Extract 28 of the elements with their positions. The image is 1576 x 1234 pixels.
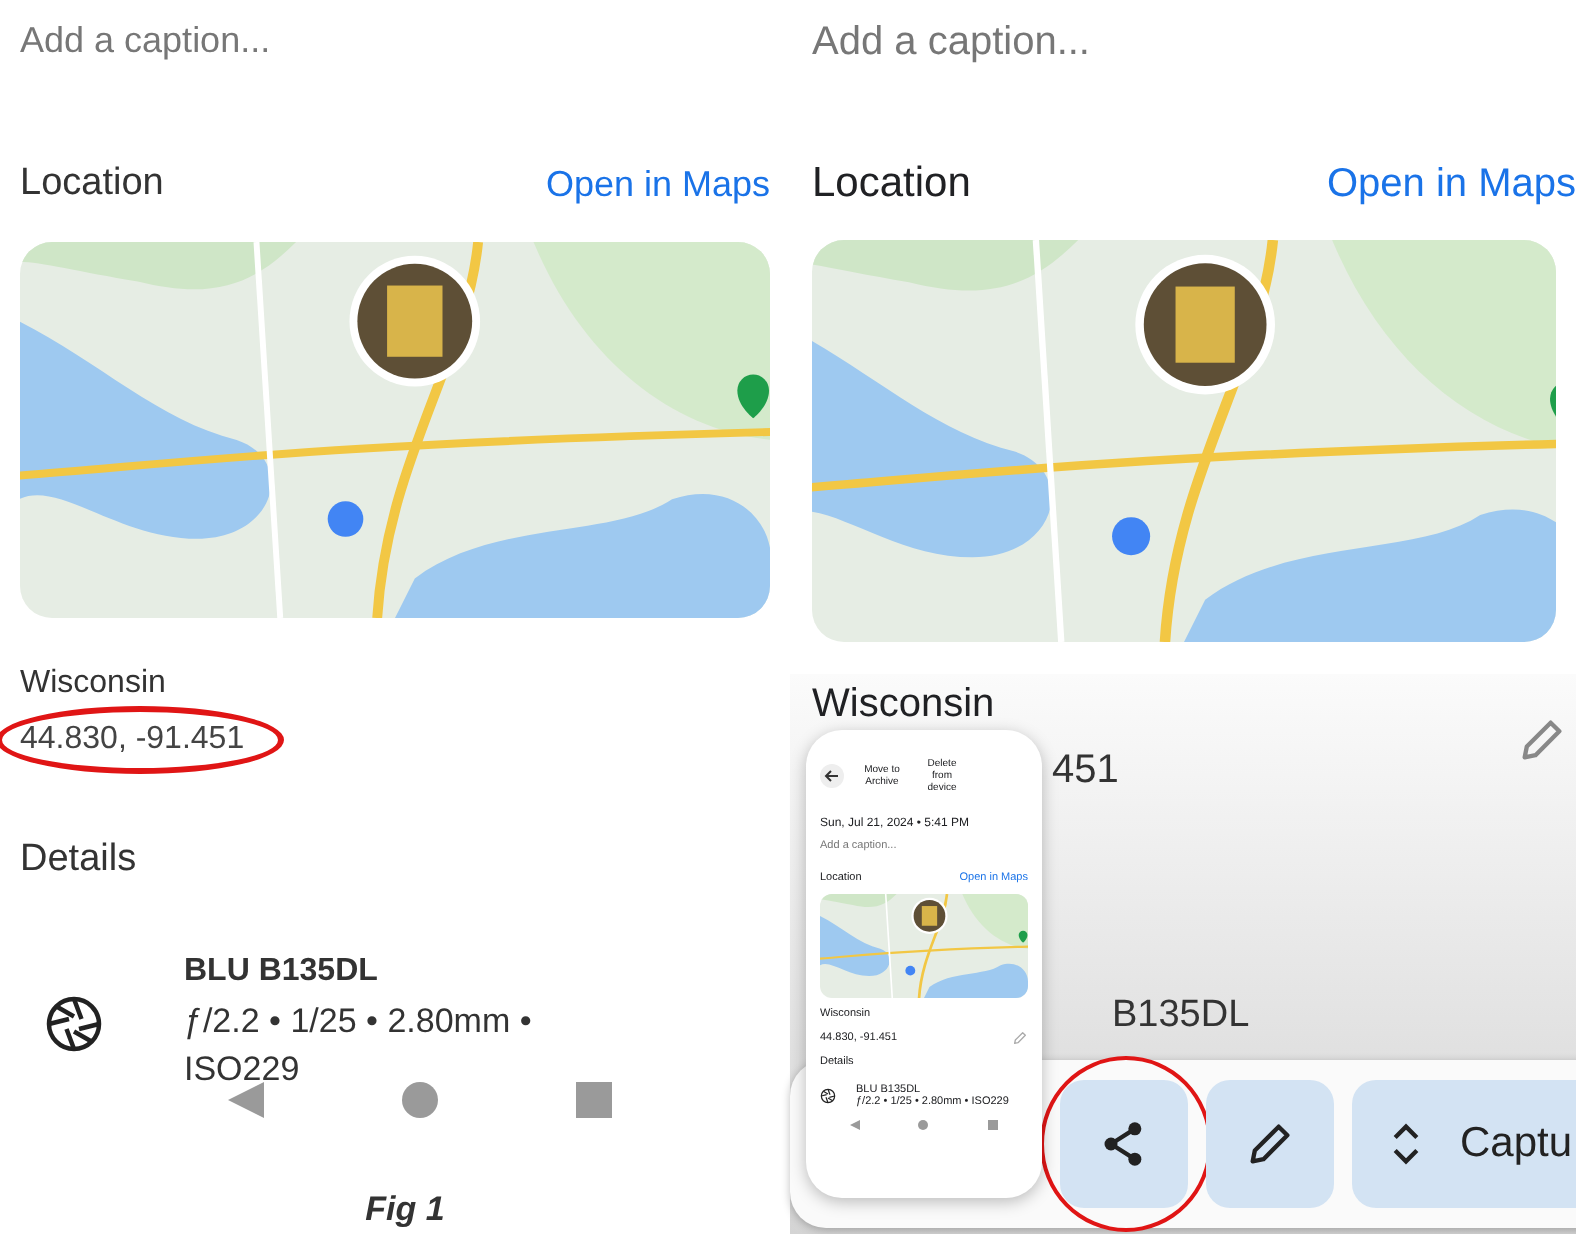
caption-placeholder[interactable]: Add a caption... (812, 20, 1576, 66)
aperture-icon (44, 994, 104, 1054)
caption-placeholder[interactable]: Add a caption... (20, 20, 790, 62)
open-maps-link[interactable]: Open in Maps (1326, 161, 1576, 207)
figure-caption: Fig 1 (365, 1190, 445, 1230)
section-title: Location (20, 162, 164, 206)
device-model: BLU B135DL (184, 954, 380, 990)
capture-button[interactable]: Captu (1352, 1080, 1576, 1208)
share-button[interactable] (1060, 1080, 1188, 1208)
home-icon[interactable] (918, 1120, 929, 1130)
back-icon[interactable] (228, 1082, 265, 1118)
recents-icon[interactable] (988, 1120, 999, 1130)
section-title: Details (20, 838, 139, 882)
aperture-icon (820, 1088, 836, 1104)
back-icon[interactable] (849, 1120, 860, 1130)
back-arrow-icon[interactable] (820, 764, 844, 788)
coordinates: 44.830, -91.451 (20, 722, 245, 756)
place-name: Wisconsin (812, 682, 997, 728)
camera-specs: ƒ/2.2 • 1/25 • 2.80mm • ISO229 (184, 1000, 534, 1092)
device-model: B135DL (1112, 994, 1252, 1038)
edit-button[interactable] (1206, 1080, 1334, 1208)
home-icon[interactable] (401, 1082, 438, 1118)
coordinates: 451 (1052, 748, 1121, 794)
place-name: Wisconsin (20, 666, 168, 702)
open-maps-link[interactable]: Open in Maps (545, 163, 770, 205)
pencil-icon[interactable] (1244, 1118, 1296, 1170)
recents-icon[interactable] (575, 1082, 612, 1118)
section-title: Location (812, 160, 971, 208)
